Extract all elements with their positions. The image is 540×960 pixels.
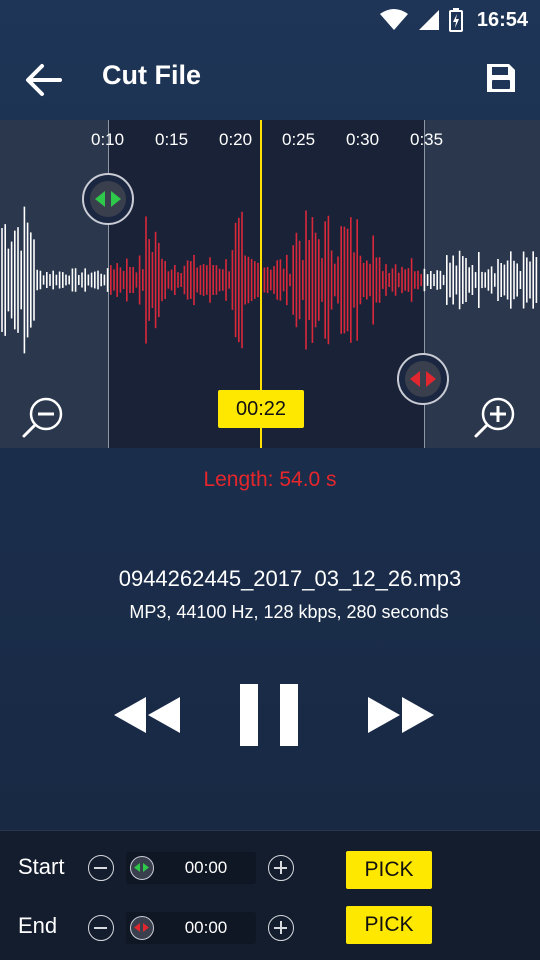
fast-forward-button[interactable] xyxy=(364,680,436,750)
end-time-value: 00:00 xyxy=(184,918,228,937)
selection-length-label: Length: 54.0 s xyxy=(203,468,337,491)
pick-start-button[interactable]: PICK xyxy=(346,851,432,889)
file-name: 0944262445_2017_03_12_26.mp3 xyxy=(118,566,462,591)
end-label: End xyxy=(18,913,58,938)
signal-icon xyxy=(418,10,439,30)
end-decrement-button[interactable] xyxy=(88,915,114,941)
start-handle-knob xyxy=(90,181,126,217)
end-handle-arrows-icon xyxy=(410,371,436,387)
file-details: MP3, 44100 Hz, 128 kbps, 280 seconds xyxy=(129,602,449,622)
end-handle-knob xyxy=(405,361,441,397)
status-icons: 16:54 xyxy=(379,6,528,34)
end-increment-button[interactable] xyxy=(268,915,294,941)
end-handle-icon xyxy=(130,916,154,940)
zoom-in-button[interactable] xyxy=(470,394,518,442)
rewind-button[interactable] xyxy=(110,680,182,750)
page-title: Cut File xyxy=(102,60,201,90)
zoom-out-button[interactable] xyxy=(18,394,66,442)
start-time-field[interactable]: 00:00 xyxy=(126,852,256,884)
zoom-out-icon xyxy=(22,397,63,438)
pause-button[interactable] xyxy=(238,680,302,750)
start-time-value: 00:00 xyxy=(184,858,228,877)
start-decrement-button[interactable] xyxy=(88,855,114,881)
pick-end-button[interactable]: PICK xyxy=(346,906,432,944)
save-icon xyxy=(487,64,515,92)
zoom-in-icon xyxy=(474,397,515,438)
waveform-panel[interactable]: 0:10 0:15 0:20 0:25 0:30 0:35 00:22 xyxy=(0,120,540,448)
back-button[interactable] xyxy=(20,56,68,104)
app-bar: Cut File xyxy=(0,40,540,120)
start-increment-button[interactable] xyxy=(268,855,294,881)
start-label: Start xyxy=(18,854,65,879)
battery-icon xyxy=(448,8,463,32)
start-handle[interactable] xyxy=(82,173,134,225)
current-time-badge: 00:22 xyxy=(218,390,304,428)
end-handle[interactable] xyxy=(397,353,449,405)
status-bar: 16:54 xyxy=(0,0,540,40)
arrow-left-icon xyxy=(26,64,62,96)
wifi-icon xyxy=(379,9,408,30)
start-handle-icon xyxy=(130,856,154,880)
start-handle-arrows-icon xyxy=(95,191,121,207)
save-button[interactable] xyxy=(481,58,521,98)
status-time: 16:54 xyxy=(476,8,528,31)
trim-controls-panel: Start 00:00 PICK End 00:00 PICK xyxy=(0,830,540,960)
fast-forward-icon xyxy=(368,697,434,733)
rewind-icon xyxy=(114,697,180,733)
pause-icon xyxy=(240,684,298,746)
end-time-field[interactable]: 00:00 xyxy=(126,912,256,944)
